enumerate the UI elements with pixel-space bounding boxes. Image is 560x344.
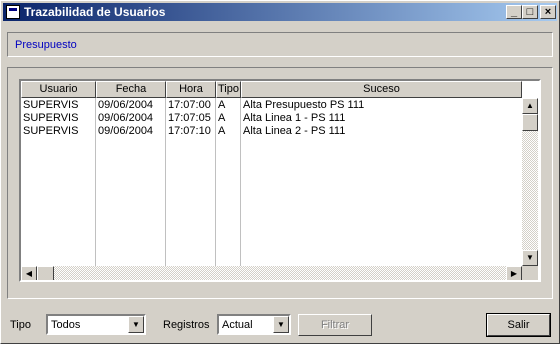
registros-select[interactable]: Actual ▼	[217, 314, 291, 335]
column-header-fecha[interactable]: Fecha	[96, 81, 166, 98]
cell-fecha: 09/06/2004	[98, 125, 154, 137]
vertical-scroll-thumb[interactable]	[522, 114, 538, 131]
tipo-label: Tipo	[10, 319, 31, 331]
cell-suceso: Alta Presupuesto PS 111	[243, 99, 365, 111]
cell-tipo: A	[218, 112, 226, 124]
column-divider	[215, 98, 216, 266]
vertical-scrollbar[interactable]: ▲ ▼	[522, 98, 538, 266]
maximize-button[interactable]: □	[522, 5, 538, 19]
cell-usuario: SUPERVIS	[23, 99, 79, 111]
column-divider	[95, 98, 96, 266]
cell-hora: 17:07:05	[168, 112, 211, 124]
tipo-select-value: Todos	[51, 319, 81, 331]
scroll-up-button[interactable]: ▲	[522, 98, 538, 114]
cell-suceso: Alta Linea 2 - PS 111	[243, 125, 346, 137]
cell-tipo: A	[218, 99, 226, 111]
close-icon: ×	[544, 6, 552, 18]
minimize-button[interactable]: _	[506, 5, 522, 19]
arrow-up-icon: ▲	[526, 101, 534, 110]
arrow-down-icon: ▼	[526, 253, 534, 262]
registros-select-value: Actual	[222, 319, 253, 331]
cell-usuario: SUPERVIS	[23, 125, 79, 137]
cell-suceso: Alta Linea 1 - PS 111	[243, 112, 346, 124]
window: Trazabilidad de Usuarios _ □ × Presupues…	[0, 0, 560, 344]
scroll-left-button[interactable]: ◀	[21, 266, 37, 280]
maximize-icon: □	[526, 6, 534, 18]
column-header-usuario[interactable]: Usuario	[21, 81, 96, 98]
registros-label: Registros	[163, 319, 210, 331]
column-header-suceso[interactable]: Suceso	[241, 81, 522, 98]
header-text: Presupuesto	[15, 39, 77, 51]
cell-fecha: 09/06/2004	[98, 99, 154, 111]
chevron-down-icon: ▼	[277, 320, 285, 329]
cell-fecha: 09/06/2004	[98, 112, 154, 124]
arrow-left-icon: ◀	[25, 269, 33, 278]
column-header-tipo[interactable]: Tipo	[216, 81, 241, 98]
registros-dropdown-button[interactable]: ▼	[273, 316, 289, 333]
salir-button[interactable]: Salir	[486, 313, 551, 337]
column-divider	[165, 98, 166, 266]
column-divider	[240, 98, 241, 266]
grid-group: Usuario Fecha Hora Tipo Suceso SUPERVIS …	[7, 67, 553, 299]
cell-hora: 17:07:10	[168, 125, 211, 137]
tipo-dropdown-button[interactable]: ▼	[128, 316, 144, 333]
header-panel: Presupuesto	[7, 32, 553, 57]
cell-usuario: SUPERVIS	[23, 112, 79, 124]
column-header-hora[interactable]: Hora	[166, 81, 216, 98]
cell-hora: 17:07:00	[168, 99, 211, 111]
scroll-right-button[interactable]: ▶	[506, 266, 522, 280]
minimize-icon: _	[510, 6, 518, 18]
horizontal-scroll-thumb[interactable]	[37, 266, 54, 280]
tipo-select[interactable]: Todos ▼	[46, 314, 146, 335]
close-button[interactable]: ×	[540, 5, 556, 19]
app-icon[interactable]	[6, 5, 20, 19]
events-grid[interactable]: Usuario Fecha Hora Tipo Suceso SUPERVIS …	[19, 79, 541, 282]
arrow-right-icon: ▶	[510, 269, 518, 278]
horizontal-scrollbar[interactable]: ◀ ▶	[21, 266, 522, 280]
chevron-down-icon: ▼	[132, 320, 140, 329]
scrollbar-corner	[522, 266, 538, 280]
cell-tipo: A	[218, 125, 226, 137]
scroll-down-button[interactable]: ▼	[522, 250, 538, 266]
filtrar-button[interactable]: Filtrar	[298, 314, 372, 336]
window-title: Trazabilidad de Usuarios	[24, 5, 166, 19]
title-bar[interactable]: Trazabilidad de Usuarios _ □ ×	[3, 3, 557, 21]
